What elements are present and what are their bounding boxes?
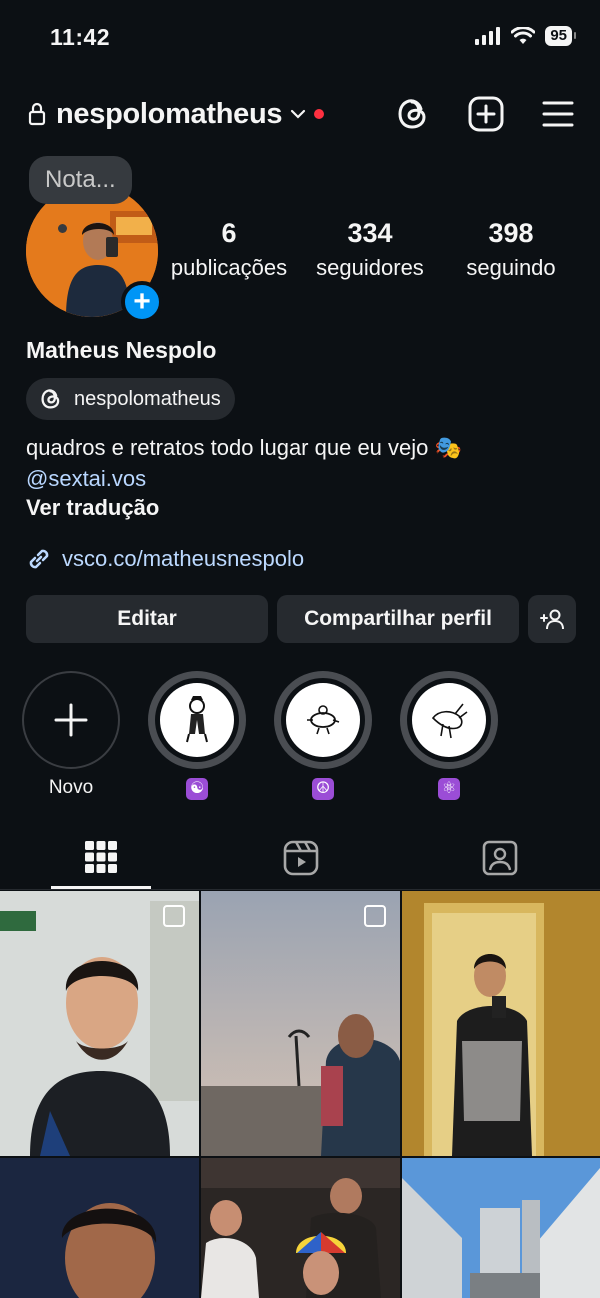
status-time: 11:42 xyxy=(50,24,111,50)
chevron-down-icon[interactable] xyxy=(290,109,306,119)
grid-icon[interactable] xyxy=(84,840,118,874)
bio-text: quadros e retratos todo lugar que eu vej… xyxy=(26,435,462,460)
notification-dot xyxy=(314,109,325,119)
new-highlight-label: Novo xyxy=(48,777,94,798)
post-thumbnail[interactable] xyxy=(0,891,199,1156)
username-switcher[interactable]: nespolomatheus xyxy=(56,98,283,131)
plus-icon xyxy=(54,703,88,737)
stat-posts-count: 6 xyxy=(221,218,237,248)
highlight-2[interactable] xyxy=(274,671,372,769)
stat-following-count: 398 xyxy=(488,218,534,248)
profile-bio: quadros e retratos todo lugar que eu vej… xyxy=(26,432,462,494)
post-thumbnail[interactable] xyxy=(201,1158,400,1298)
see-translation-button[interactable]: Ver tradução xyxy=(26,495,159,521)
carousel-icon xyxy=(163,905,185,927)
post-thumbnail[interactable] xyxy=(402,1158,600,1298)
add-person-icon xyxy=(540,609,564,630)
profile-website-link[interactable]: vsco.co/matheusnespolo xyxy=(26,546,304,572)
carousel-icon xyxy=(364,905,386,927)
new-highlight-button[interactable] xyxy=(22,671,120,769)
highlight-2-drawing xyxy=(307,705,340,735)
threads-badge[interactable]: nespolomatheus xyxy=(26,378,235,420)
post-thumbnail[interactable] xyxy=(0,1158,199,1298)
highlight-2-label: ☮ xyxy=(274,777,372,800)
threads-handle: nespolomatheus xyxy=(74,387,221,410)
highlight-1[interactable] xyxy=(148,671,246,769)
new-post-icon[interactable] xyxy=(468,96,504,132)
note-bubble[interactable]: Nota... xyxy=(29,156,132,204)
menu-icon[interactable] xyxy=(542,100,574,128)
stat-following-label: seguindo xyxy=(466,255,556,280)
post-thumbnail[interactable] xyxy=(201,891,400,1156)
note-bubble-tail xyxy=(58,224,67,233)
stat-followers-label: seguidores xyxy=(316,255,424,280)
bio-mention-link[interactable]: @sextai.vos xyxy=(26,463,462,494)
threads-icon xyxy=(41,389,60,409)
signal-icon xyxy=(475,27,501,45)
edit-profile-button[interactable]: Editar xyxy=(26,595,268,643)
reels-icon[interactable] xyxy=(283,840,319,876)
lock-icon xyxy=(28,102,46,126)
threads-icon[interactable] xyxy=(396,96,430,132)
highlight-1-label: ☯ xyxy=(148,777,246,800)
stat-posts-label: publicações xyxy=(170,255,288,280)
stat-followers-count: 334 xyxy=(347,218,393,248)
stat-followers[interactable]: 334 seguidores xyxy=(305,218,435,281)
stat-following[interactable]: 398 seguindo xyxy=(446,218,576,281)
highlight-3-drawing xyxy=(431,703,468,739)
stat-posts[interactable]: 6 publicações xyxy=(164,218,294,281)
tagged-icon[interactable] xyxy=(482,840,518,876)
status-icons: 95 xyxy=(475,26,576,46)
highlight-3[interactable] xyxy=(400,671,498,769)
active-tab-indicator xyxy=(51,886,151,889)
wifi-icon xyxy=(511,27,536,44)
highlight-3-label: ⚛ xyxy=(400,777,498,800)
add-story-button[interactable]: + xyxy=(121,281,163,323)
profile-full-name: Matheus Nespolo xyxy=(26,337,217,363)
post-thumbnail[interactable] xyxy=(402,891,600,1156)
battery-indicator: 95 xyxy=(545,26,576,46)
highlight-1-drawing xyxy=(186,696,208,743)
website-url: vsco.co/matheusnespolo xyxy=(62,546,305,571)
discover-people-button[interactable] xyxy=(528,595,576,643)
link-icon xyxy=(29,549,49,569)
profile-header: nespolomatheus xyxy=(28,94,574,134)
share-profile-button[interactable]: Compartilhar perfil xyxy=(277,595,519,643)
